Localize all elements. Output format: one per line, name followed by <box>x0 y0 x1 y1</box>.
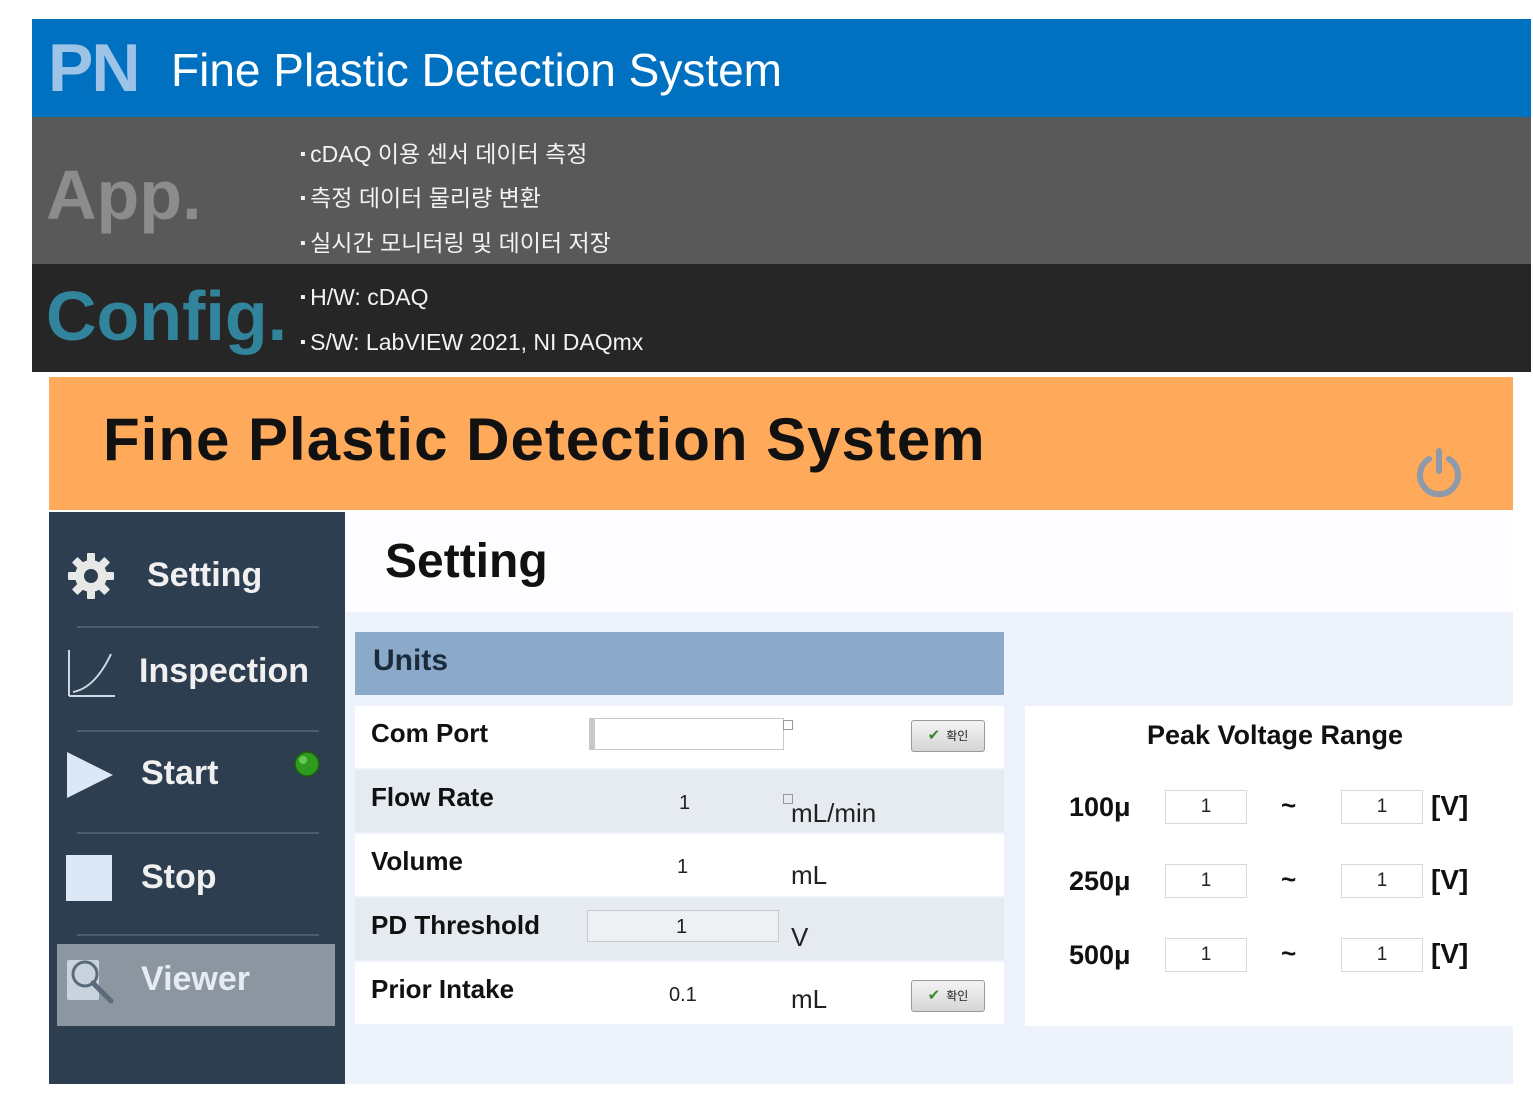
setting-row-prior-intake: Prior Intake 0.1 mL ✔ 확인 <box>355 962 1004 1024</box>
status-indicator-icon <box>294 751 320 777</box>
main-panel: Setting Units Com Port ✔ 확인 Flow Rate 1 m… <box>345 512 1513 1084</box>
range-tilde: ~ <box>1281 790 1297 820</box>
sidebar-item-viewer[interactable]: Viewer <box>57 944 335 1026</box>
divider <box>77 626 319 628</box>
config-bullet: H/W: cDAQ <box>300 284 428 311</box>
sidebar-item-label: Start <box>141 754 219 792</box>
slide-title-band: PN Fine Plastic Detection System <box>32 19 1531 117</box>
range-label: 500μ <box>1069 940 1131 970</box>
range-min-input[interactable]: 1 <box>1165 864 1247 898</box>
sidebar: Setting Inspection Start Stop Viewer <box>49 512 345 1084</box>
row-label: Com Port <box>371 718 488 748</box>
app-band: App. cDAQ 이용 센서 데이터 측정 측정 데이터 물리량 변환 실시간… <box>32 117 1531 264</box>
range-tilde: ~ <box>1281 864 1297 894</box>
stop-square-icon <box>66 855 112 901</box>
pd-threshold-value: 1 <box>676 916 688 938</box>
range-unit: [V] <box>1431 864 1469 895</box>
divider <box>77 934 319 936</box>
field-handle-icon <box>783 720 793 730</box>
app-window: Fine Plastic Detection System Setting In… <box>43 372 1519 1090</box>
peak-voltage-title: Peak Voltage Range <box>1146 720 1404 750</box>
peak-voltage-panel: Peak Voltage Range 100μ 1 ~ 1 [V] 250μ 1… <box>1025 706 1513 1026</box>
magnifier-icon <box>67 960 114 1004</box>
page-header: Setting <box>345 512 1513 612</box>
app-mark: App. <box>46 156 202 234</box>
play-icon <box>67 752 113 798</box>
power-icon[interactable] <box>1413 447 1465 499</box>
sidebar-item-label: Stop <box>141 858 217 896</box>
com-port-select[interactable] <box>589 718 784 750</box>
app-bullet: 측정 데이터 물리량 변환 <box>300 179 541 213</box>
range-tilde: ~ <box>1281 938 1297 968</box>
row-unit: mL/min <box>791 798 877 828</box>
row-label: PD Threshold <box>371 910 541 940</box>
volume-input[interactable]: 1 <box>677 856 688 879</box>
slide-title: Fine Plastic Detection System <box>171 44 783 96</box>
gear-icon <box>68 553 114 599</box>
range-max-input[interactable]: 1 <box>1341 864 1423 898</box>
sidebar-item-label: Setting <box>147 556 263 594</box>
config-band: Config. H/W: cDAQ S/W: LabVIEW 2021, NI … <box>32 264 1531 372</box>
chart-line-icon <box>68 650 115 697</box>
config-bullet: S/W: LabVIEW 2021, NI DAQmx <box>300 329 643 356</box>
sidebar-item-start[interactable]: Start <box>49 734 345 830</box>
setting-row-flow-rate: Flow Rate 1 mL/min <box>355 770 1004 832</box>
app-title: Fine Plastic Detection System <box>103 406 986 473</box>
pd-threshold-input[interactable]: 1 <box>587 910 779 942</box>
com-port-confirm-button[interactable]: ✔ 확인 <box>911 720 985 752</box>
sidebar-item-label: Inspection <box>139 652 310 690</box>
divider <box>77 832 319 834</box>
row-unit: V <box>791 922 809 952</box>
app-header: Fine Plastic Detection System <box>49 377 1513 510</box>
range-max-input[interactable]: 1 <box>1341 938 1423 972</box>
range-min-input[interactable]: 1 <box>1165 938 1247 972</box>
sidebar-item-stop[interactable]: Stop <box>49 838 345 934</box>
row-unit: mL <box>791 860 828 890</box>
range-max-input[interactable]: 1 <box>1341 790 1423 824</box>
page-title: Setting <box>385 535 548 588</box>
range-min-input[interactable]: 1 <box>1165 790 1247 824</box>
units-header-label: Units <box>373 644 448 677</box>
app-bullet: 실시간 모니터링 및 데이터 저장 <box>300 224 611 258</box>
row-label: Volume <box>371 846 463 876</box>
range-unit: [V] <box>1431 938 1469 969</box>
row-label: Prior Intake <box>371 974 515 1004</box>
row-label: Flow Rate <box>371 782 494 812</box>
setting-row-pd-threshold: PD Threshold 1 V <box>355 898 1004 960</box>
prior-intake-input[interactable]: 0.1 <box>669 984 697 1007</box>
setting-row-volume: Volume 1 mL <box>355 834 1004 896</box>
range-label: 100μ <box>1069 792 1131 822</box>
flow-rate-input[interactable]: 1 <box>679 792 690 815</box>
app-bullet: cDAQ 이용 센서 데이터 측정 <box>300 135 587 169</box>
pn-mark: PN <box>48 30 140 106</box>
row-unit: mL <box>791 984 828 1014</box>
range-unit: [V] <box>1431 790 1469 821</box>
sidebar-item-inspection[interactable]: Inspection <box>49 632 345 728</box>
range-label: 250μ <box>1069 866 1131 896</box>
setting-row-com-port: Com Port ✔ 확인 <box>355 706 1004 768</box>
sidebar-item-setting[interactable]: Setting <box>49 528 345 624</box>
divider <box>77 730 319 732</box>
prior-intake-confirm-button[interactable]: ✔ 확인 <box>911 980 985 1012</box>
sidebar-item-label: Viewer <box>141 960 251 998</box>
units-header: Units <box>355 632 1004 695</box>
config-mark: Config. <box>46 277 288 355</box>
